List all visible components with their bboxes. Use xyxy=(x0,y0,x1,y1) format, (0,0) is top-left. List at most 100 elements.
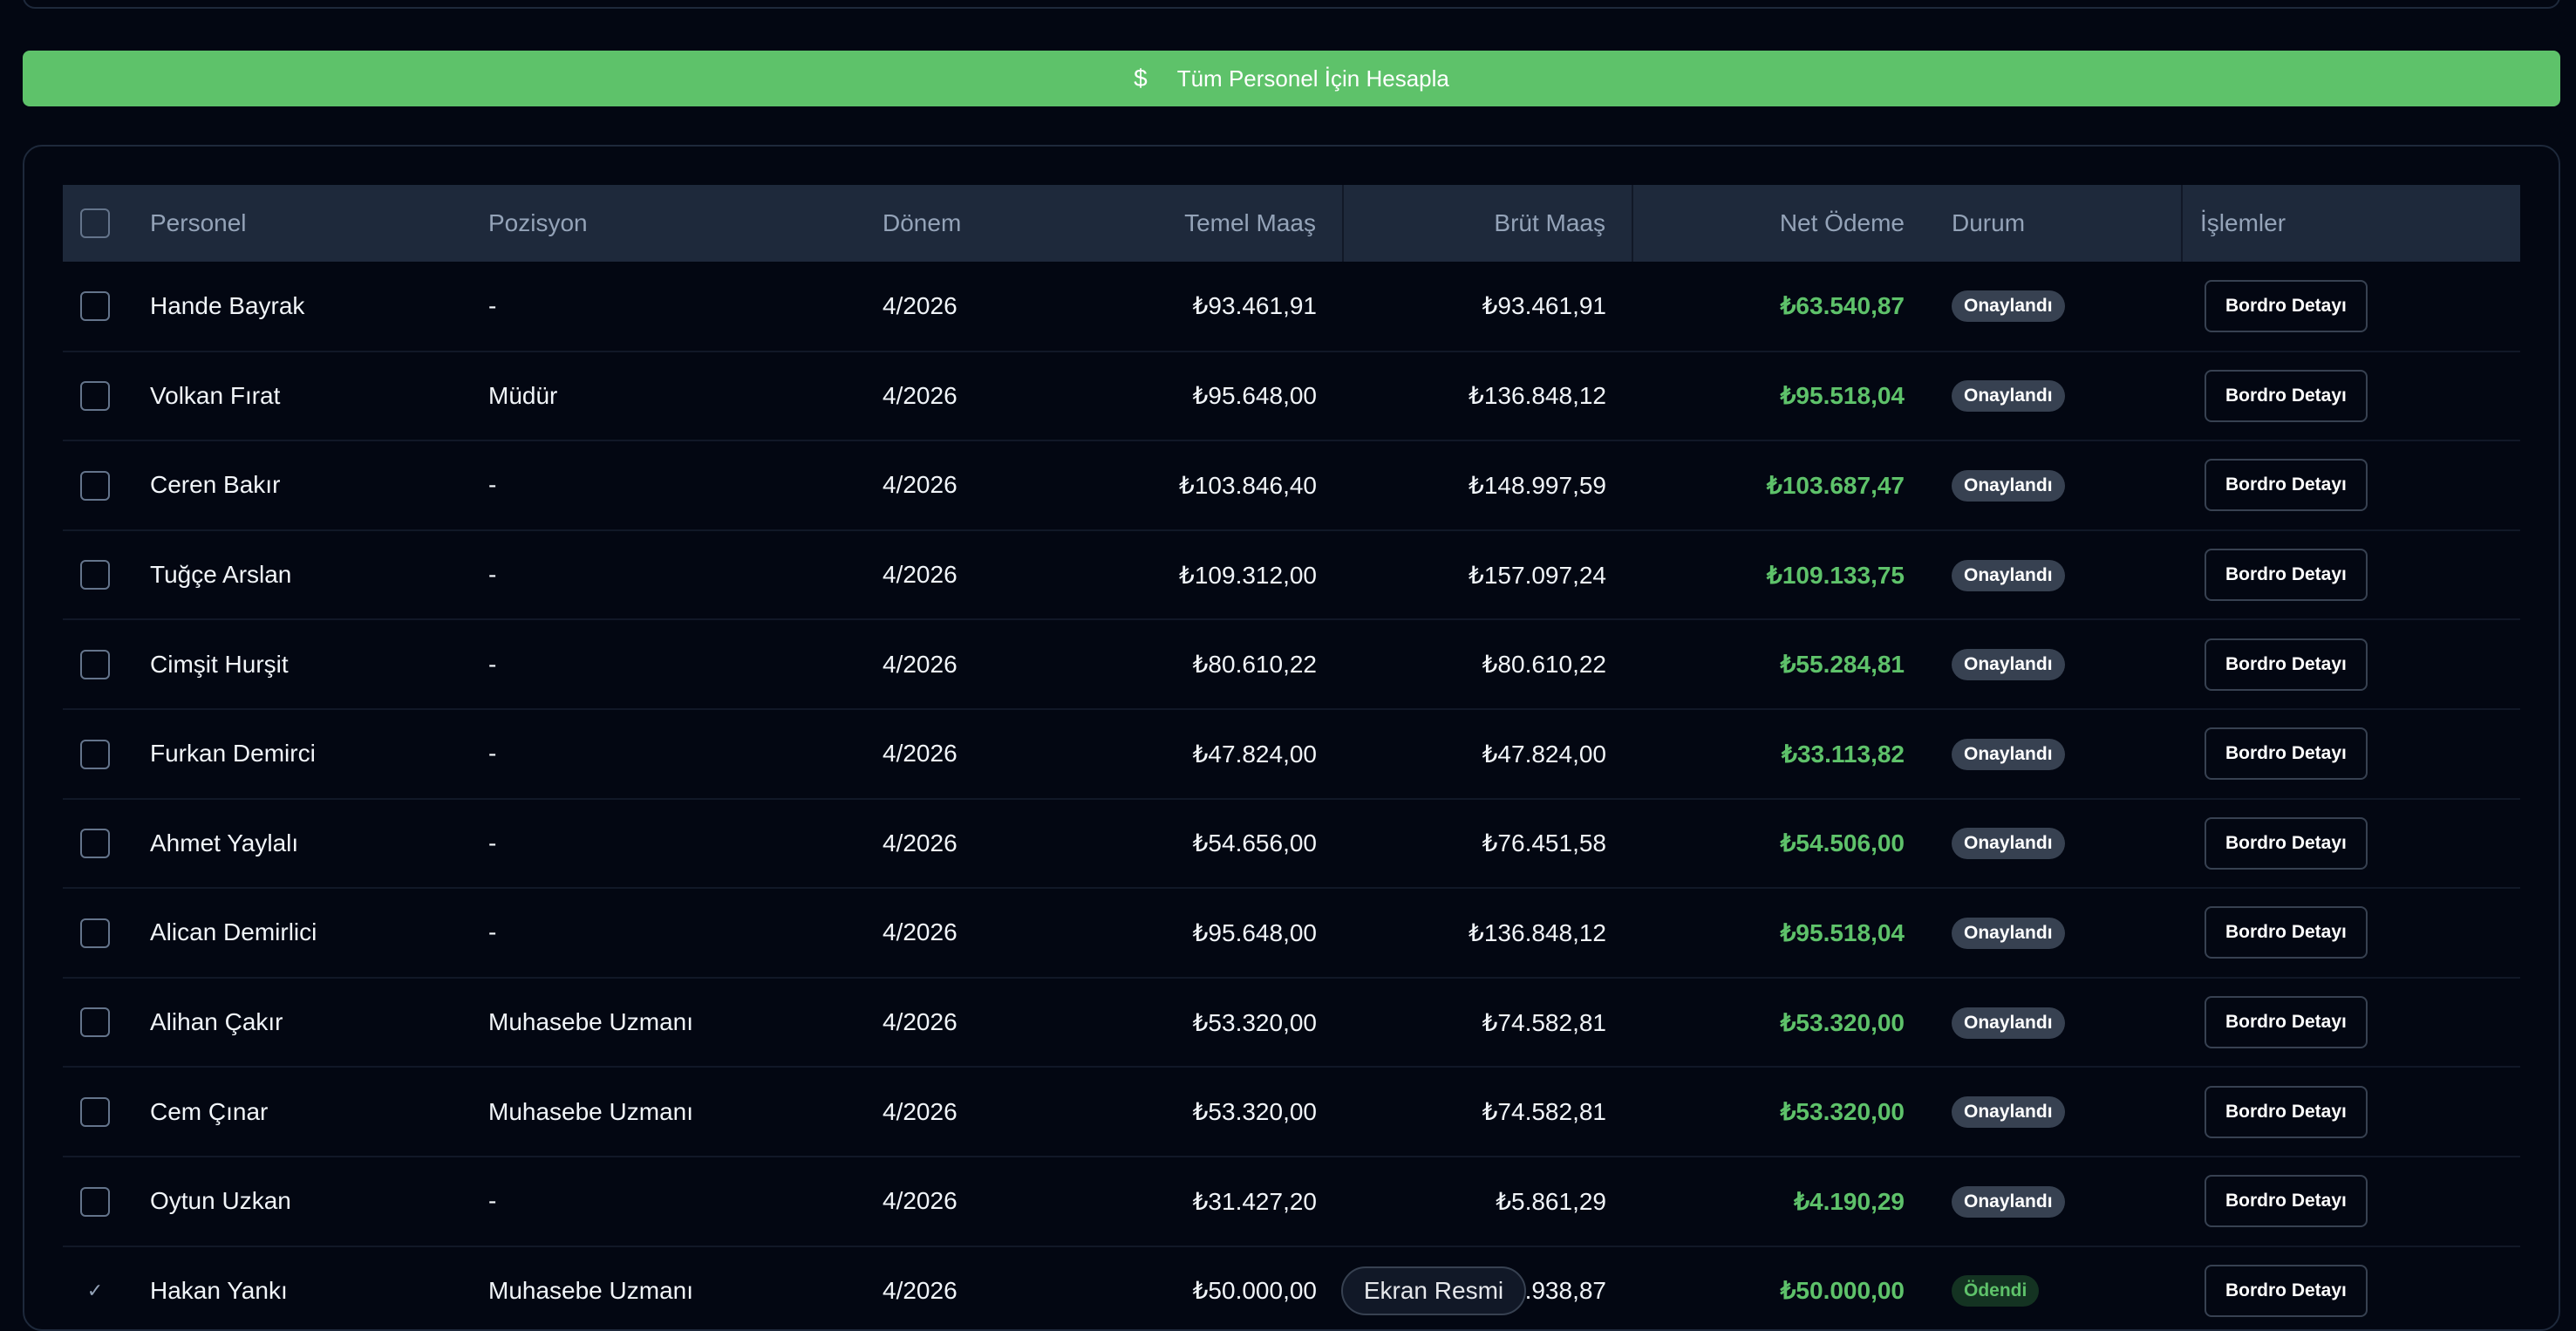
table-row[interactable]: Tuğçe Arslan -4/2026 ₺109.312,00 ₺157.097,2… xyxy=(63,529,2520,621)
payroll-detail-button[interactable]: Bordro Detayı xyxy=(2205,996,2368,1049)
table-row[interactable]: Cimşit Hurşit -4/2026 ₺80.610,22 ₺80.610,22… xyxy=(63,619,2520,710)
row-checkbox[interactable] xyxy=(80,381,110,412)
personnel-name: Volkan Fırat xyxy=(150,351,488,442)
net-payment: ₺109.133,75 xyxy=(1632,529,1931,621)
personnel-name: Hande Bayrak xyxy=(150,262,488,352)
period: 4/2026 xyxy=(883,351,1053,442)
row-checkbox[interactable] xyxy=(80,1096,110,1127)
base-salary: ₺31.427,20 xyxy=(1053,1156,1343,1247)
payroll-detail-button[interactable]: Bordro Detayı xyxy=(2205,279,2368,332)
header-actions: İşlemler xyxy=(2181,185,2520,262)
row-checkbox[interactable] xyxy=(80,1186,110,1217)
table-row[interactable]: Cem Çınar Muhasebe Uzmanı 4/2026 ₺53.320,00… xyxy=(63,1067,2520,1157)
row-checkbox[interactable] xyxy=(80,829,110,859)
status-badge: Onaylandı xyxy=(1952,738,2065,770)
status-badge: Onaylandı xyxy=(1952,290,2065,323)
status-badge: Ödendi xyxy=(1952,1275,2040,1307)
payroll-detail-button[interactable]: Bordro Detayı xyxy=(2205,1175,2368,1228)
payroll-detail-button[interactable]: Bordro Detayı xyxy=(2205,369,2368,422)
payroll-detail-button[interactable]: Bordro Detayı xyxy=(2205,549,2368,602)
row-checkbox[interactable] xyxy=(80,739,110,769)
table-row[interactable]: Oytun Uzkan -4/2026 ₺31.427,20 ₺5.861,29 ₺4.… xyxy=(63,1156,2520,1247)
header-base-salary[interactable]: Temel Maaş xyxy=(1053,185,1343,262)
payroll-detail-button[interactable]: Bordro Detayı xyxy=(2205,816,2368,870)
table-row[interactable]: Ceren Bakır -4/2026 ₺103.846,40 ₺148.997,59… xyxy=(63,440,2520,531)
personnel-name: Tuğçe Arslan xyxy=(150,529,488,621)
gross-salary: ₺47.824,00 xyxy=(1343,708,1632,800)
position: - xyxy=(488,262,883,352)
payroll-detail-button[interactable]: Bordro Detayı xyxy=(2205,727,2368,781)
base-salary: ₺53.320,00 xyxy=(1053,977,1343,1068)
gross-salary: ₺157.097,24 xyxy=(1343,529,1632,621)
gross-salary: ₺93.461,91 xyxy=(1343,262,1632,352)
personnel-name: Hakan Yankı xyxy=(150,1246,488,1329)
net-payment: ₺103.687,47 xyxy=(1632,440,1931,531)
net-payment: ₺55.284,81 xyxy=(1632,619,1931,710)
personnel-name: Ceren Bakır xyxy=(150,440,488,531)
position: - xyxy=(488,708,883,800)
row-checkbox[interactable] xyxy=(80,918,110,948)
status-badge: Onaylandı xyxy=(1952,469,2065,502)
net-payment: ₺95.518,04 xyxy=(1632,351,1931,442)
row-checkbox[interactable] xyxy=(80,560,110,590)
calculate-all-label: Tüm Personel İçin Hesapla xyxy=(1176,65,1449,92)
net-payment: ₺95.518,04 xyxy=(1632,888,1931,979)
header-status[interactable]: Durum xyxy=(1931,185,2182,262)
table-row[interactable]: Furkan Demirci -4/2026 ₺47.824,00 ₺47.824,0… xyxy=(63,708,2520,800)
calculate-all-button[interactable]: $ Tüm Personel İçin Hesapla xyxy=(23,51,2560,106)
table-row[interactable]: ✓ Hakan Yankı Muhasebe Uzmanı 4/2026 ₺50.000… xyxy=(63,1246,2520,1329)
status-badge: Onaylandı xyxy=(1952,1185,2065,1218)
status-badge: Onaylandı xyxy=(1952,917,2065,949)
period: 4/2026 xyxy=(883,440,1053,531)
gross-salary: ₺74.582,81 xyxy=(1343,977,1632,1068)
payroll-detail-button[interactable]: Bordro Detayı xyxy=(2205,1264,2368,1317)
base-salary: ₺53.320,00 xyxy=(1053,1067,1343,1157)
position: - xyxy=(488,1156,883,1247)
payroll-table: Personel Pozisyon Dönem Temel Maaş Brüt … xyxy=(63,185,2520,1329)
payroll-detail-button[interactable]: Bordro Detayı xyxy=(2205,1085,2368,1138)
base-salary: ₺95.648,00 xyxy=(1053,888,1343,979)
base-salary: ₺93.461,91 xyxy=(1053,262,1343,352)
base-salary: ₺50.000,00 xyxy=(1053,1246,1343,1329)
status-badge: Onaylandı xyxy=(1952,559,2065,591)
gross-salary: ₺76.451,58 xyxy=(1343,798,1632,890)
select-all-checkbox[interactable] xyxy=(80,208,110,239)
gross-salary: ₺136.848,12 xyxy=(1343,888,1632,979)
personnel-name: Cimşit Hurşit xyxy=(150,619,488,710)
personnel-name: Furkan Demirci xyxy=(150,708,488,800)
header-period[interactable]: Dönem xyxy=(883,185,1053,262)
table-row[interactable]: Ahmet Yaylalı -4/2026 ₺54.656,00 ₺76.451,58… xyxy=(63,798,2520,890)
row-checkbox[interactable] xyxy=(80,649,110,679)
payroll-detail-button[interactable]: Bordro Detayı xyxy=(2205,459,2368,512)
personnel-name: Alihan Çakır xyxy=(150,977,488,1068)
gross-salary: ₺74.582,81 xyxy=(1343,1067,1632,1157)
table-row[interactable]: Volkan Fırat Müdür 4/2026 ₺95.648,00 ₺136.84… xyxy=(63,351,2520,442)
row-checkbox-checked[interactable]: ✓ xyxy=(80,1276,110,1306)
position: - xyxy=(488,440,883,531)
status-badge: Onaylandı xyxy=(1952,828,2065,860)
header-gross-salary[interactable]: Brüt Maaş xyxy=(1342,185,1632,262)
gross-salary: ₺5.861,29 xyxy=(1343,1156,1632,1247)
header-net-payment[interactable]: Net Ödeme xyxy=(1632,185,1931,262)
payroll-detail-button[interactable]: Bordro Detayı xyxy=(2205,906,2368,959)
gross-salary: ₺80.610,22 xyxy=(1343,619,1632,710)
period: 4/2026 xyxy=(883,1067,1053,1157)
table-row[interactable]: Alican Demirlici -4/2026 ₺95.648,00 ₺136.84… xyxy=(63,888,2520,979)
table-row[interactable]: Alihan Çakır Muhasebe Uzmanı 4/2026 ₺53.320… xyxy=(63,977,2520,1068)
dollar-icon: $ xyxy=(1134,65,1148,92)
base-salary: ₺95.648,00 xyxy=(1053,351,1343,442)
row-checkbox[interactable] xyxy=(80,1007,110,1038)
gross-salary: ₺148.997,59 xyxy=(1343,440,1632,531)
position: Muhasebe Uzmanı xyxy=(488,977,883,1068)
header-personnel[interactable]: Personel xyxy=(150,185,488,262)
header-position[interactable]: Pozisyon xyxy=(488,185,883,262)
table-row[interactable]: Hande Bayrak -4/2026 ₺93.461,91 ₺93.461,91 ₺… xyxy=(63,262,2520,352)
row-checkbox[interactable] xyxy=(80,470,110,501)
base-salary: ₺109.312,00 xyxy=(1053,529,1343,621)
period: 4/2026 xyxy=(883,977,1053,1068)
position: - xyxy=(488,888,883,979)
position: - xyxy=(488,619,883,710)
payroll-detail-button[interactable]: Bordro Detayı xyxy=(2205,638,2368,691)
period: 4/2026 xyxy=(883,888,1053,979)
row-checkbox[interactable] xyxy=(80,291,110,322)
